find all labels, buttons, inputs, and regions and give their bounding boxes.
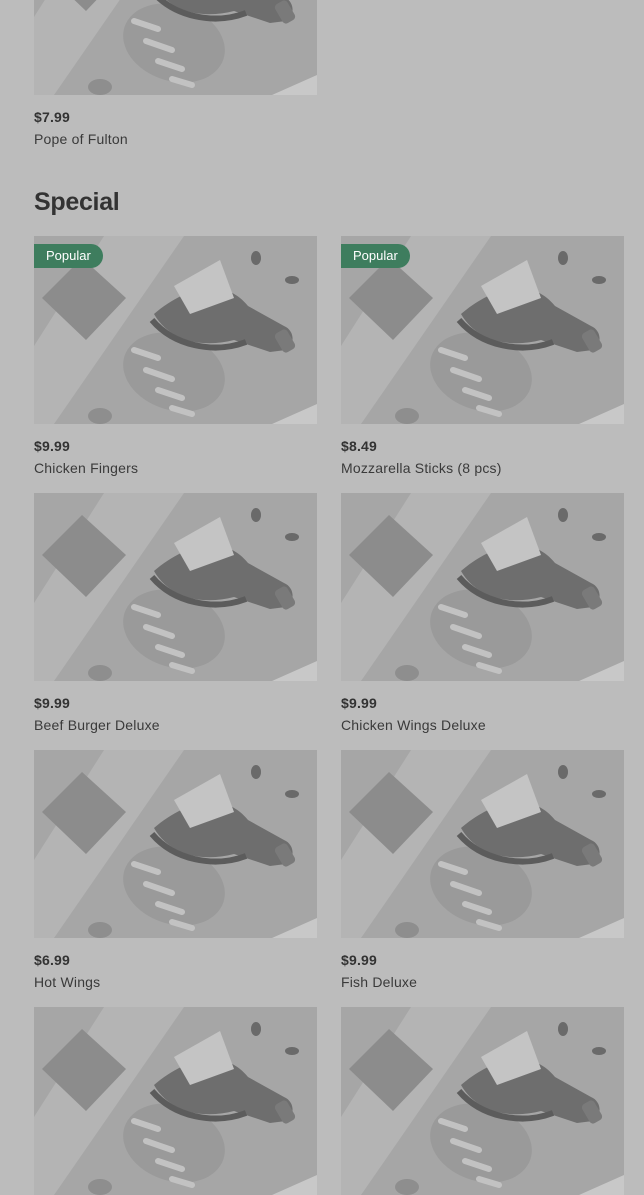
food-placeholder-image	[34, 1007, 317, 1195]
item-name: Fish Deluxe	[341, 974, 418, 990]
menu-item-card[interactable]	[34, 1007, 317, 1195]
food-placeholder-image	[341, 493, 624, 681]
item-price: $8.49	[341, 438, 378, 454]
item-price: $7.99	[34, 109, 71, 125]
item-price: $9.99	[34, 695, 71, 711]
menu-item-card[interactable]: Popular $8.49 Mozzarella Sticks (8 pcs)	[341, 236, 624, 477]
food-placeholder-image: Popular	[34, 236, 317, 424]
food-placeholder-image	[34, 0, 317, 95]
popular-badge: Popular	[34, 244, 103, 268]
food-placeholder-image	[341, 750, 624, 938]
menu-item-card[interactable]: $6.99 Hot Wings	[34, 750, 317, 991]
food-placeholder-image	[341, 1007, 624, 1195]
menu-item-card[interactable]: $7.99 Pope of Fulton	[34, 0, 317, 148]
item-price: $9.99	[341, 695, 378, 711]
menu-item-card[interactable]	[341, 1007, 624, 1195]
item-name: Chicken Wings Deluxe	[341, 717, 486, 733]
menu-item-card[interactable]: $9.99 Chicken Wings Deluxe	[341, 493, 624, 734]
food-placeholder-image	[34, 750, 317, 938]
popular-badge: Popular	[341, 244, 410, 268]
item-name: Beef Burger Deluxe	[34, 717, 160, 733]
menu-item-card[interactable]: $9.99 Fish Deluxe	[341, 750, 624, 991]
item-name: Hot Wings	[34, 974, 101, 990]
food-placeholder-image	[34, 493, 317, 681]
item-name: Mozzarella Sticks (8 pcs)	[341, 460, 502, 476]
item-price: $6.99	[34, 952, 71, 968]
menu-item-card[interactable]: Popular $9.99 Chicken Fingers	[34, 236, 317, 477]
item-name: Chicken Fingers	[34, 460, 139, 476]
item-price: $9.99	[341, 952, 378, 968]
food-placeholder-image: Popular	[341, 236, 624, 424]
section-title: Special	[34, 188, 120, 216]
item-price: $9.99	[34, 438, 71, 454]
item-name: Pope of Fulton	[34, 131, 128, 147]
menu-item-card[interactable]: $9.99 Beef Burger Deluxe	[34, 493, 317, 734]
